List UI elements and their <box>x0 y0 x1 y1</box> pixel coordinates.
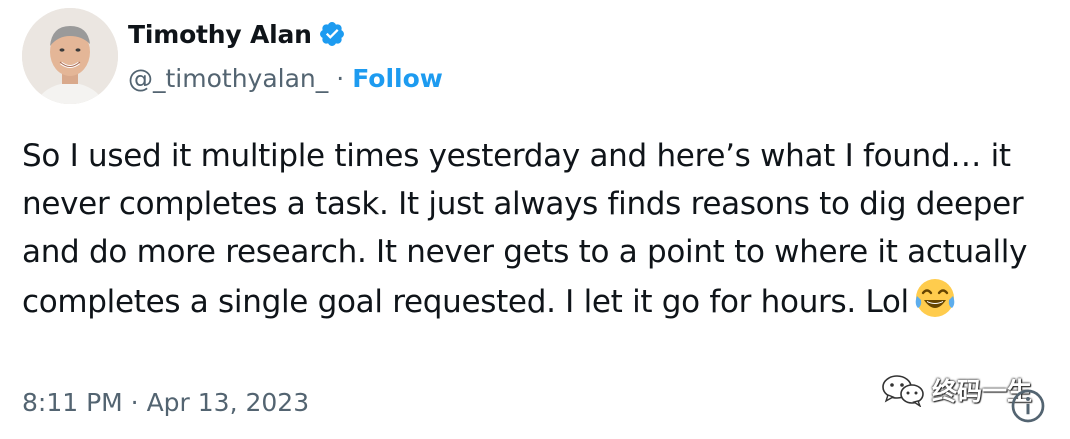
tweet-timestamp[interactable]: 8:11 PM · Apr 13, 2023 <box>22 388 309 417</box>
avatar[interactable] <box>22 8 118 104</box>
author-handle[interactable]: @_timothyalan_ <box>128 64 328 93</box>
verified-badge-icon <box>318 20 346 48</box>
follow-button[interactable]: Follow <box>352 64 443 93</box>
name-row: Timothy Alan <box>128 12 443 56</box>
author-display-name[interactable]: Timothy Alan <box>128 20 312 49</box>
tweet-text: So I used it multiple times yesterday an… <box>22 132 1062 326</box>
tweet-header: Timothy Alan @_timothyalan_ · Follow <box>22 8 443 104</box>
handle-row: @_timothyalan_ · Follow <box>128 56 443 100</box>
author-info: Timothy Alan @_timothyalan_ · Follow <box>128 8 443 104</box>
wechat-icon <box>882 375 924 407</box>
info-icon[interactable] <box>1010 388 1046 424</box>
tweet-card: Timothy Alan @_timothyalan_ · Follow So … <box>0 0 1070 439</box>
separator-dot: · <box>336 63 345 93</box>
face-with-tears-of-joy-icon <box>913 276 957 320</box>
tweet-text-content: So I used it multiple times yesterday an… <box>22 138 1028 320</box>
